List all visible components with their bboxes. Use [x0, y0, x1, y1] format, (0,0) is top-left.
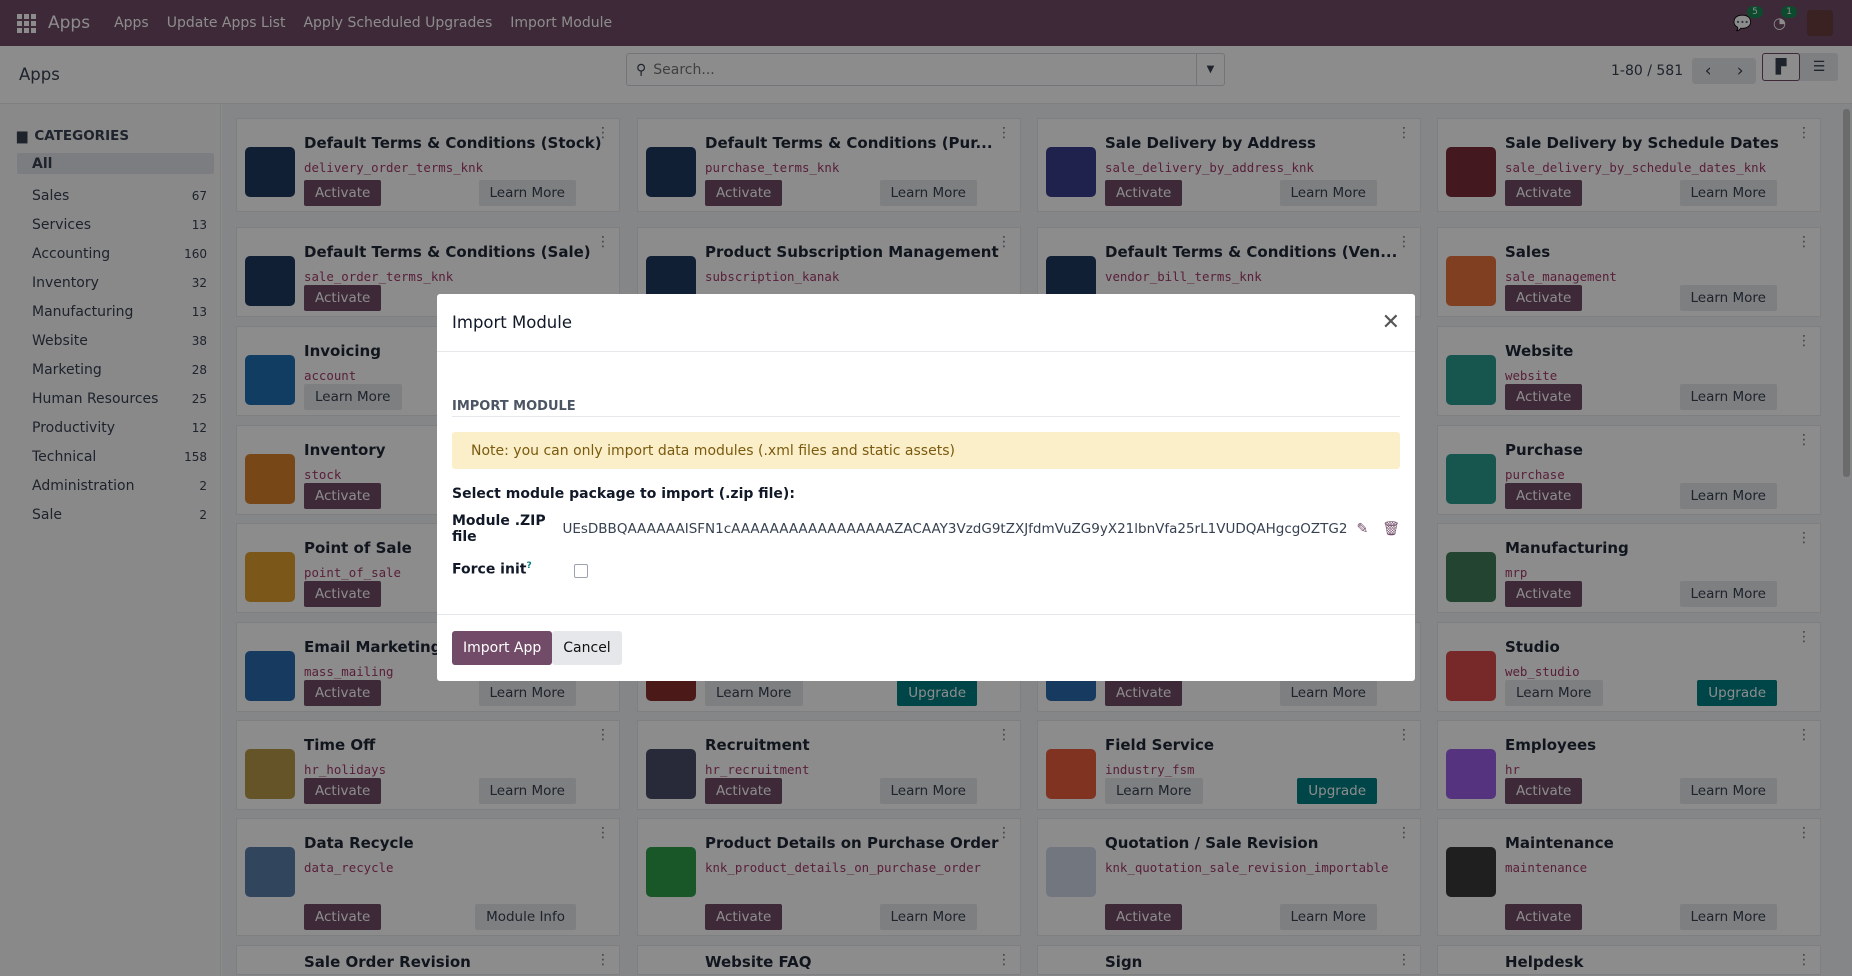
- edit-icon[interactable]: ✎: [1356, 521, 1368, 537]
- app: Apps Apps Update Apps List Apply Schedul…: [0, 0, 1852, 976]
- close-icon[interactable]: ✕: [1382, 310, 1400, 335]
- file-value: UEsDBBQAAAAAAISFN1cAAAAAAAAAAAAAAAAAZACA…: [562, 521, 1348, 537]
- select-package-label: Select module package to import (.zip fi…: [452, 486, 795, 502]
- trash-icon[interactable]: 🗑: [1382, 521, 1400, 537]
- cancel-button[interactable]: Cancel: [552, 631, 622, 665]
- import-module-dialog: Import Module ✕ IMPORT MODULE Note: you c…: [437, 294, 1415, 681]
- import-app-button[interactable]: Import App: [452, 631, 553, 665]
- help-tooltip[interactable]: ?: [526, 561, 531, 571]
- section-heading: IMPORT MODULE: [452, 399, 1400, 417]
- force-init-label: Force init: [452, 561, 527, 578]
- note-alert: Note: you can only import data modules (…: [452, 432, 1400, 469]
- file-label: Module .ZIP file: [452, 513, 546, 545]
- dialog-title: Import Module: [452, 313, 573, 332]
- force-init-checkbox[interactable]: [574, 564, 588, 578]
